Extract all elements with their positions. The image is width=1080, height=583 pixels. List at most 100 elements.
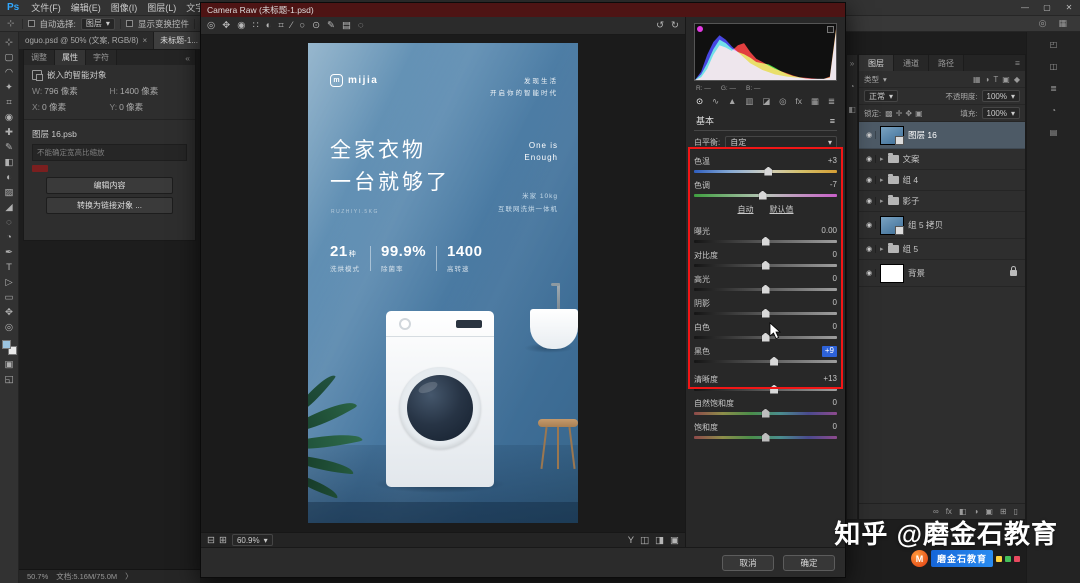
- layer-row-0[interactable]: ◉ 图层 16: [859, 122, 1025, 149]
- document-tab-1[interactable]: oguo.psd @ 50% (文案, RGB/8) ×: [19, 32, 155, 49]
- presets-tab-icon[interactable]: ≣: [828, 96, 835, 107]
- zoom-tool-icon[interactable]: ◎: [207, 20, 215, 31]
- white-balance-dropdown[interactable]: 自定 ▾: [725, 136, 837, 149]
- close-icon[interactable]: ✕: [1058, 3, 1080, 12]
- lens-corrections-tab-icon[interactable]: ◎: [779, 96, 786, 107]
- camera-raw-title-bar[interactable]: Camera Raw (未标题-1.psd): [201, 3, 845, 17]
- search-icon[interactable]: ◎: [1037, 18, 1049, 29]
- calibration-tab-icon[interactable]: ▦: [811, 96, 819, 107]
- effects-tab-icon[interactable]: fx: [795, 96, 802, 107]
- eraser-tool-icon[interactable]: ▨: [0, 185, 18, 200]
- spot-removal-tool-icon[interactable]: ○: [299, 20, 305, 31]
- layer-thumbnail[interactable]: [880, 125, 904, 145]
- lock-transparent-icon[interactable]: ▩: [885, 109, 893, 118]
- slider-thumb[interactable]: [770, 356, 779, 366]
- layer-name[interactable]: 组 5: [903, 243, 919, 255]
- layer-name[interactable]: 背景: [908, 267, 925, 279]
- menu-item-1[interactable]: 编辑(E): [66, 1, 106, 14]
- opacity-dropdown[interactable]: 100% ▾: [981, 90, 1020, 102]
- slider-thumb[interactable]: [764, 166, 773, 176]
- basic-tab-icon[interactable]: ⊙: [696, 96, 703, 107]
- layer-name[interactable]: 组 4: [903, 174, 919, 186]
- white-balance-tool-icon[interactable]: ◉: [237, 20, 245, 31]
- zoom-out-icon[interactable]: ⊟: [207, 535, 215, 546]
- layer-visibility-icon[interactable]: ◉: [863, 245, 876, 253]
- filter-type-icon[interactable]: T: [993, 75, 998, 84]
- layer-row-1[interactable]: ◉ ▸ 文案: [859, 149, 1025, 170]
- auto-link[interactable]: 自动: [738, 204, 754, 215]
- zoom-tool-icon[interactable]: ◎: [0, 320, 18, 335]
- slider-track[interactable]: [694, 190, 837, 200]
- fullscreen-icon[interactable]: ▣: [670, 535, 679, 546]
- lock-all-icon[interactable]: ▣: [915, 109, 923, 118]
- collapse-panel-icon[interactable]: «: [180, 50, 195, 65]
- layer-row-5[interactable]: ◉ ▸ 组 5: [859, 239, 1025, 260]
- slider-track[interactable]: [694, 384, 837, 394]
- brush-tool-icon[interactable]: ✎: [0, 140, 18, 155]
- layer-row-6[interactable]: ◉ 背景: [859, 260, 1025, 287]
- layer-row-4[interactable]: ◉ 组 5 拷贝: [859, 212, 1025, 239]
- tab-character[interactable]: 字符: [86, 50, 117, 65]
- slider-track[interactable]: [694, 408, 837, 418]
- tab-paths[interactable]: 路径: [929, 55, 964, 71]
- before-after-icon[interactable]: ◫: [640, 535, 649, 546]
- slider-track[interactable]: [694, 432, 837, 442]
- slider-track[interactable]: [694, 236, 837, 246]
- expand-caret-icon[interactable]: ▸: [880, 245, 884, 253]
- tab-channels[interactable]: 通道: [894, 55, 929, 71]
- collapse-panels-icon[interactable]: »: [850, 59, 854, 68]
- panel-menu-icon[interactable]: ≡: [1010, 55, 1025, 71]
- layer-thumbnail[interactable]: [880, 263, 904, 283]
- type-tool-icon[interactable]: T: [0, 260, 18, 275]
- layer-visibility-icon[interactable]: ◉: [863, 221, 876, 229]
- expand-caret-icon[interactable]: ▸: [880, 197, 884, 205]
- default-link[interactable]: 默认值: [770, 204, 794, 215]
- adjustments-panel-icon[interactable]: ◫: [1050, 62, 1058, 71]
- layer-visibility-icon[interactable]: ◉: [863, 176, 876, 184]
- lock-position-icon[interactable]: ✥: [905, 109, 912, 118]
- path-select-tool-icon[interactable]: ▷: [0, 275, 18, 290]
- auto-select-checkbox[interactable]: [27, 20, 35, 27]
- slider-thumb[interactable]: [770, 384, 779, 394]
- slider-value[interactable]: +9: [821, 346, 837, 357]
- crop-tool-icon[interactable]: ⌗: [0, 95, 18, 110]
- history-panel-icon[interactable]: ◔: [850, 82, 855, 91]
- slider-thumb[interactable]: [761, 408, 770, 418]
- slider-value[interactable]: 0.00: [821, 226, 837, 237]
- height-field[interactable]: H: 1400 像素: [110, 85, 188, 97]
- filter-smart-icon[interactable]: ◆: [1014, 75, 1020, 84]
- cancel-button[interactable]: 取消: [722, 554, 774, 571]
- slider-thumb[interactable]: [761, 260, 770, 270]
- blend-mode-dropdown[interactable]: 正常 ▾: [864, 90, 899, 102]
- libraries-panel-icon[interactable]: ◰: [1050, 40, 1058, 49]
- convert-to-linked-button[interactable]: 转换为链接对象 ...: [46, 197, 173, 214]
- zoom-in-icon[interactable]: ⊞: [219, 535, 227, 546]
- slider-track[interactable]: [694, 356, 837, 366]
- slider-thumb[interactable]: [761, 284, 770, 294]
- highlight-clipping-icon[interactable]: [827, 26, 834, 33]
- hsl-tab-icon[interactable]: ▥: [745, 96, 753, 107]
- y-field[interactable]: Y: 0 像素: [110, 101, 188, 113]
- lock-pixels-icon[interactable]: ✛: [896, 109, 903, 118]
- zoom-level[interactable]: 50.7%: [27, 572, 48, 581]
- tab-properties[interactable]: 属性: [55, 50, 86, 65]
- slider-track[interactable]: [694, 284, 837, 294]
- slider-thumb[interactable]: [758, 190, 767, 200]
- show-transform-checkbox[interactable]: [125, 20, 133, 27]
- move-tool-icon[interactable]: ⊹: [0, 35, 18, 50]
- hand-tool-icon[interactable]: ✥: [0, 305, 18, 320]
- layer-name[interactable]: 图层 16: [908, 129, 937, 141]
- layer-thumbnail[interactable]: [880, 215, 904, 235]
- slider-value[interactable]: 0: [833, 322, 837, 333]
- menu-item-2[interactable]: 图像(I): [106, 1, 143, 14]
- close-icon[interactable]: ×: [143, 36, 148, 45]
- slider-value[interactable]: +3: [828, 156, 837, 167]
- layer-visibility-icon[interactable]: ◉: [863, 269, 876, 277]
- healing-brush-tool-icon[interactable]: ✚: [0, 125, 18, 140]
- layer-row-3[interactable]: ◉ ▸ 影子: [859, 191, 1025, 212]
- red-eye-tool-icon[interactable]: ⊙: [312, 20, 320, 31]
- history-icon[interactable]: ◔: [1051, 106, 1056, 115]
- slider-track[interactable]: [694, 308, 837, 318]
- hand-tool-icon[interactable]: ✥: [222, 20, 230, 31]
- slider-value[interactable]: 0: [833, 250, 837, 261]
